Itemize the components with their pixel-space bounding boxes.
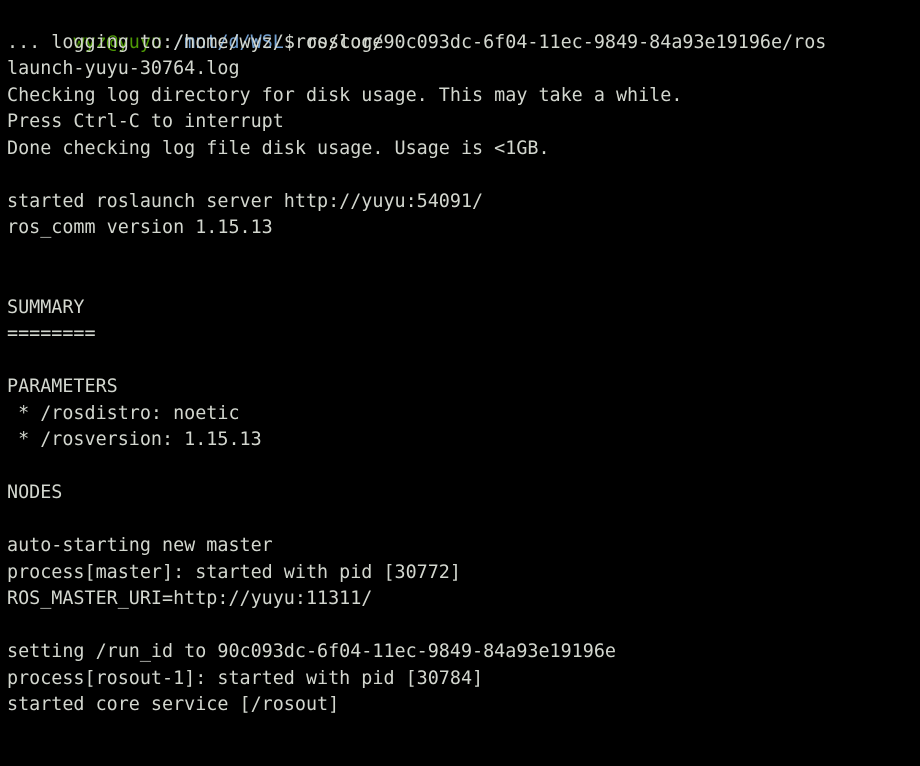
output-line-ros-comm-version: ros_comm version 1.15.13 — [7, 217, 273, 238]
output-line-done-checking: Done checking log file disk usage. Usage… — [7, 137, 550, 159]
output-line-log-path-1: ... logging to /home/wyz/.ros/log/90c093… — [7, 31, 827, 53]
output-line-blank-3 — [7, 268, 920, 295]
output-line-blank-7 — [7, 613, 920, 640]
output-line-started-core: started core service [/rosout] — [7, 694, 340, 715]
section-heading-summary: SUMMARY — [7, 296, 85, 318]
output-line-blank-4 — [7, 348, 920, 375]
output-line-checking-log: Checking log directory for disk usage. T… — [7, 84, 683, 106]
output-line-auto-starting: auto-starting new master — [7, 535, 273, 556]
output-line-blank-6 — [7, 507, 920, 534]
section-rule-summary: ======== — [7, 323, 96, 344]
terminal-window[interactable]: wyz@yuyu:/mnt/d/WSL$ roscore ... logging… — [0, 0, 920, 766]
output-line-process-master: process[master]: started with pid [30772… — [7, 561, 461, 583]
prompt-line: wyz@yuyu:/mnt/d/WSL$ roscore — [7, 3, 920, 53]
terminal-screen[interactable]: wyz@yuyu:/mnt/d/WSL$ roscore ... logging… — [0, 0, 920, 719]
section-heading-nodes: NODES — [7, 482, 63, 503]
output-line-blank-1 — [7, 162, 920, 189]
parameter-rosversion: * /rosversion: 1.15.13 — [7, 429, 262, 450]
section-heading-parameters: PARAMETERS — [7, 376, 118, 397]
output-line-log-path-2: launch-yuyu-30764.log — [7, 58, 240, 79]
output-line-blank-5 — [7, 454, 920, 481]
output-line-roslaunch-server: started roslaunch server http://yuyu:540… — [7, 190, 484, 212]
parameter-rosdistro: * /rosdistro: noetic — [7, 402, 240, 424]
output-line-press-ctrl-c: Press Ctrl-C to interrupt — [7, 111, 284, 132]
output-line-ros-master-uri: ROS_MASTER_URI=http://yuyu:11311/ — [7, 588, 373, 609]
output-line-setting-run-id: setting /run_id to 90c093dc-6f04-11ec-98… — [7, 641, 616, 662]
output-line-blank-2 — [7, 242, 920, 269]
output-line-process-rosout: process[rosout-1]: started with pid [307… — [7, 667, 484, 689]
